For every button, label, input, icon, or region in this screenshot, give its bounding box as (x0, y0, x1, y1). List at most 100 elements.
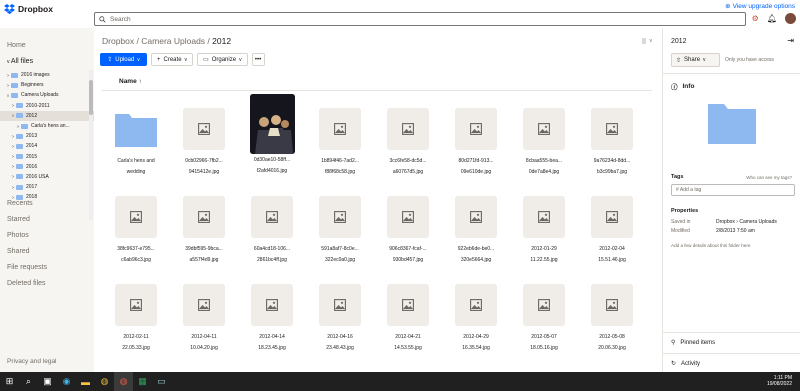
tree-item[interactable]: >2010-2011 (0, 101, 94, 111)
nav-photos[interactable]: Photos (0, 228, 94, 244)
folder-icon (16, 164, 23, 170)
file-item[interactable]: 38fc9637-e795... c6ab96c3.jpg (102, 196, 170, 266)
file-item[interactable]: 2012-01-29 11.22.55.jpg (510, 196, 578, 266)
saved-in-value[interactable]: Dropbox › Camera Uploads (716, 219, 777, 225)
nav-starred[interactable]: Starred (0, 212, 94, 228)
sort-arrow-icon: ↑ (138, 78, 142, 85)
organize-button[interactable]: ▭ Organize v (197, 53, 248, 66)
tree-item[interactable]: >2017 (0, 182, 94, 192)
file-item[interactable]: 3cc6fe58-dc5d... a60767d5.jpg (374, 108, 442, 178)
chevron-down-icon: v (239, 56, 242, 63)
tree-item[interactable]: >2016 images (0, 70, 94, 80)
tree-scroll-thumb[interactable] (89, 80, 93, 115)
file-item[interactable]: 39dbf595-9bca... a557f4d9.jpg (170, 196, 238, 266)
file-item[interactable]: 2012-05-07 18.05.16.jpg (510, 284, 578, 354)
plus-icon: + (157, 56, 161, 63)
tree-item[interactable]: >2013 (0, 131, 94, 141)
privacy-link[interactable]: Privacy and legal (7, 358, 57, 365)
info-icon: ⓘ (671, 84, 678, 91)
file-item[interactable]: 2012-04-14 18.23.45.jpg (238, 284, 306, 354)
upload-icon: ⇪ (107, 57, 113, 63)
breadcrumb-dropbox[interactable]: Dropbox (102, 36, 134, 46)
file-name: 2012-05-08 (599, 334, 625, 340)
add-details-text[interactable]: Add a few details about this folder here (671, 243, 750, 248)
info-section[interactable]: ⓘ Info (671, 81, 694, 92)
file-item[interactable]: 9a76234d-8dd... b3c99ba7.jpg (578, 108, 646, 178)
nav-recents[interactable]: Recents (0, 196, 94, 212)
file-item[interactable]: 2012-05-08 20.06.30.jpg (578, 284, 646, 354)
file-item[interactable]: 80d271fd-913... 09e610de.jpg (442, 108, 510, 178)
share-button[interactable]: ⇧ Share v (671, 53, 720, 67)
file-item[interactable]: 2012-04-11 10.04.20.jpg (170, 284, 238, 354)
avatar[interactable] (785, 13, 796, 24)
who-can-see-link[interactable]: Who can see my tags? (746, 175, 792, 180)
file-name: 2012-04-11 (191, 334, 217, 340)
tree-item[interactable]: >2016 USA (0, 172, 94, 182)
tree-item[interactable]: v Camera Uploads (0, 90, 94, 100)
file-item[interactable]: 60a4cd18-106... 2861bc4ff.jpg (238, 196, 306, 266)
pin-icon: ⚲ (671, 340, 676, 346)
image-placeholder-icon (251, 284, 293, 326)
view-switcher[interactable]: ⠿ v (641, 38, 652, 46)
main-content: Dropbox / Camera Uploads / 2012 ⠿ v ⇪ Uplo… (94, 28, 662, 372)
chrome-active-icon[interactable]: ◍ (114, 372, 133, 391)
file-item[interactable]: 1b894f46-7ad2... f88f68c58.jpg (306, 108, 374, 178)
nav-deleted-files[interactable]: Deleted files (0, 276, 94, 292)
taskbar-clock[interactable]: 1:11 PM 19/08/2022 (767, 375, 792, 387)
edge-icon[interactable]: ◉ (57, 372, 76, 391)
nav-file-requests[interactable]: File requests (0, 260, 94, 276)
nav-all-files[interactable]: v All files (0, 54, 94, 70)
windows-start-icon[interactable]: ⊞ (0, 372, 19, 391)
add-tag-input[interactable]: # Add a tag (671, 184, 795, 196)
file-item[interactable]: 2012-04-29 16.35.54.jpg (442, 284, 510, 354)
tree-item[interactable]: v 2012 (0, 110, 94, 121)
collapse-panel-icon[interactable]: ⇥ (787, 36, 794, 45)
file-item[interactable]: 2012-02-04 15.51.46.jpg (578, 196, 646, 266)
file-item[interactable]: 591a8af7-8c0e... 322ec0a0.jpg (306, 196, 374, 266)
search-icon[interactable]: ⌕ (19, 372, 38, 391)
search-input[interactable]: Search (94, 12, 746, 26)
image-placeholder-icon (183, 196, 225, 238)
file-item[interactable]: 0cb02966-7fb2... 9415412e.jpg (170, 108, 238, 178)
file-explorer-icon[interactable]: ▬ (76, 372, 95, 391)
activity-section[interactable]: ↻ Activity (671, 360, 700, 368)
file-item[interactable]: 906c8367-fcaf-... 930bd457.jpg (374, 196, 442, 266)
file-item[interactable]: 0d30ae10-58ff... f2afd4016.jpg (238, 94, 306, 177)
tree-item-label: 2016 (26, 163, 38, 170)
nav-shared[interactable]: Shared (0, 244, 94, 260)
header-divider (102, 90, 652, 91)
name-column-header[interactable]: Name ↑ (119, 78, 142, 85)
breadcrumb-camera-uploads[interactable]: Camera Uploads (141, 36, 205, 46)
dropbox-logo[interactable]: Dropbox (4, 4, 53, 14)
pinned-items-section[interactable]: ⚲ Pinned items (671, 339, 715, 347)
file-item[interactable]: 2012-04-16 23.48.43.jpg (306, 284, 374, 354)
upload-button[interactable]: ⇪ Upload v (100, 53, 147, 66)
chrome-icon[interactable]: ◍ (95, 372, 114, 391)
share-icon: ⇧ (676, 57, 682, 64)
share-label: Share (684, 57, 701, 63)
bell-icon[interactable]: 🔔︎ (767, 14, 777, 23)
breadcrumb-sep: / (207, 36, 210, 46)
folder-icon (16, 103, 23, 109)
file-item[interactable]: 922eb6de-be0... 320e5664.jpg (442, 196, 510, 266)
create-button[interactable]: + Create v (151, 53, 194, 66)
chevron-down-icon: v (703, 57, 706, 63)
file-name: 0cb02966-7fb2... (185, 158, 223, 164)
breadcrumb-sep: / (136, 36, 139, 46)
tree-item[interactable]: >2014 (0, 141, 94, 151)
excel-icon[interactable]: ▦ (133, 372, 152, 391)
help-icon[interactable]: ⚙ (752, 14, 759, 23)
terminal-icon[interactable]: ▭ (152, 372, 171, 391)
more-button[interactable]: ••• (251, 53, 265, 66)
nav-home[interactable]: Home (0, 38, 94, 54)
tree-item[interactable]: > Carla's hens an... (0, 121, 94, 131)
tree-item[interactable]: > Beginners (0, 80, 94, 90)
task-view-icon[interactable]: ▣ (38, 372, 57, 391)
tree-item[interactable]: >2016 (0, 162, 94, 172)
folder-item[interactable]: Carla's hens and wedding (102, 108, 170, 178)
tree-item[interactable]: >2015 (0, 152, 94, 162)
file-item[interactable]: 2012-02-11 22.05.33.jpg (102, 284, 170, 354)
file-item[interactable]: 8cbaa555-bea... 0de7a8e4.jpg (510, 108, 578, 178)
upgrade-link[interactable]: ⊕ View upgrade options (725, 2, 795, 11)
file-item[interactable]: 2012-04-21 14.53.55.jpg (374, 284, 442, 354)
